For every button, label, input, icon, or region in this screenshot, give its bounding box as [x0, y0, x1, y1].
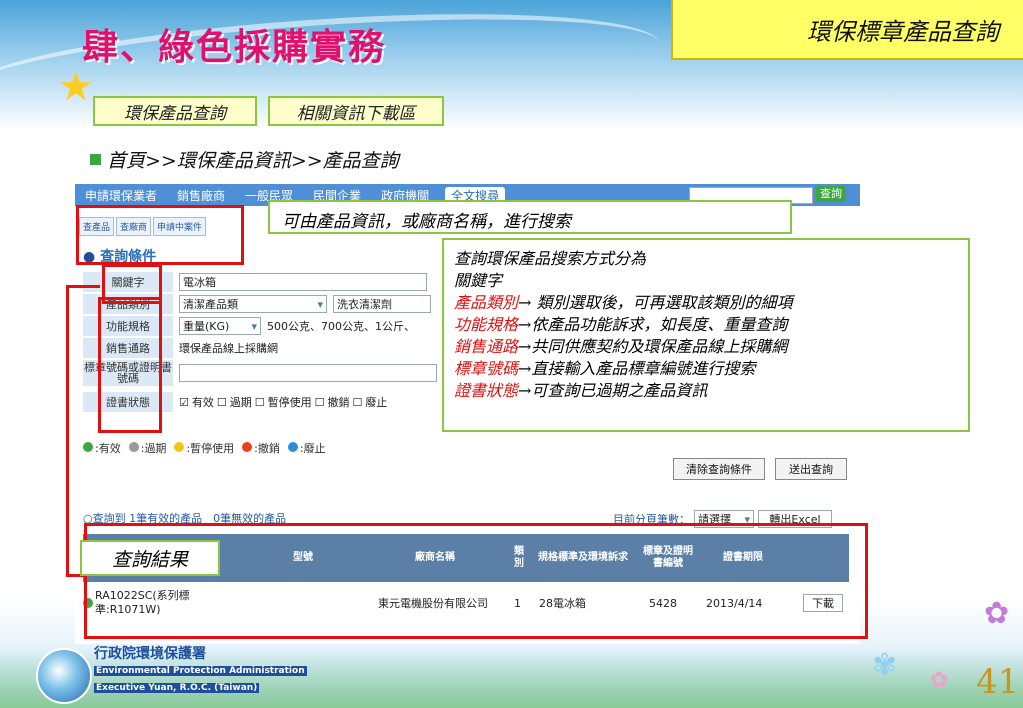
submit-query-button[interactable]: 送出查詢: [775, 458, 847, 480]
flower-icon: ✾: [872, 648, 898, 683]
status-dot-icon: [83, 442, 93, 452]
methods-keyword: 關鍵字: [454, 271, 503, 290]
org-name-en-2: Executive Yuan, R.O.C. (Taiwan): [94, 683, 260, 693]
menu-item[interactable]: 申請環保業者: [75, 187, 167, 204]
status-legend: :有效 :過期 :暫停使用 :撤銷 :廢止: [83, 440, 326, 456]
subcategory-select-value: 洗衣清潔劑: [337, 298, 392, 311]
method-line: 產品類別→ 類別選取後，可再選取該類別的細項: [454, 292, 958, 314]
connector-line: [66, 285, 69, 577]
search-tip-callout: 可由產品資訊，或廠商名稱，進行搜索: [268, 200, 792, 234]
nav-button-product-search[interactable]: 環保產品查詢: [93, 96, 257, 126]
keyword-input[interactable]: 電冰箱: [179, 273, 427, 291]
legend-label: 廢止: [303, 442, 326, 455]
tabs-highlight: [76, 205, 244, 265]
status-dot-icon: [128, 442, 139, 452]
method-term: 證書狀態: [454, 381, 519, 400]
method-term: 標章號碼: [454, 359, 519, 378]
chevron-down-icon: ▾: [317, 297, 323, 311]
top-right-title: 環保標章產品查詢: [807, 18, 999, 46]
status-checkbox-expired[interactable]: ☐: [217, 396, 227, 409]
legend-item: :撤銷: [242, 440, 280, 456]
method-term: 銷售通路: [454, 337, 519, 356]
spec-select-value: 重量(KG): [183, 320, 230, 333]
status-checkbox-suspended[interactable]: ☐: [255, 396, 265, 409]
spec-options: 500公克、700公克、1公斤、: [267, 320, 415, 333]
connector-line: [66, 285, 100, 288]
status-label: 過期: [229, 396, 252, 409]
status-label: 暫停使用: [267, 396, 312, 409]
result-label-callout: 查詢結果: [80, 540, 220, 576]
flower-icon: ✿: [930, 668, 949, 693]
breadcrumb-text: 首頁>>環保產品資訊>>產品查詢: [107, 150, 399, 172]
status-label: 撤銷: [327, 396, 350, 409]
method-line: 標章號碼→直接輸入產品標章編號進行搜索: [454, 358, 958, 380]
status-dot-icon: [287, 442, 298, 452]
breadcrumb: 首頁>>環保產品資訊>>產品查詢: [90, 146, 399, 173]
status-label: 廢止: [365, 396, 388, 409]
flower-icon: ✿: [984, 596, 1010, 631]
bullet-square-icon: [90, 154, 101, 165]
certno-input[interactable]: [179, 364, 437, 382]
footer-org: 行政院環境保護署 Environmental Protection Admini…: [94, 646, 307, 695]
status-dot-icon: [242, 442, 253, 452]
fulltext-search-button[interactable]: 查詢: [816, 186, 846, 202]
category-select[interactable]: 清潔產品類 ▾: [179, 295, 327, 313]
epa-logo-icon: [36, 648, 92, 704]
status-checkbox-valid[interactable]: ☑: [179, 396, 189, 409]
clear-query-button[interactable]: 清除查詢條件: [673, 458, 765, 480]
fields-highlight: [98, 297, 162, 433]
methods-callout: 查詢環保產品搜索方式分為 關鍵字 產品類別→ 類別選取後，可再選取該類別的細項 …: [442, 238, 970, 432]
legend-label: 暫停使用: [190, 442, 235, 455]
method-line: 功能規格→依產品功能訴求，如長度、重量查詢: [454, 314, 958, 336]
subcategory-select[interactable]: 洗衣清潔劑: [333, 295, 431, 313]
legend-item: :廢止: [287, 440, 326, 456]
method-desc: → 類別選取後，可再選取該類別的細項: [518, 293, 793, 312]
legend-label: 過期: [144, 442, 167, 455]
status-checkbox-revoked[interactable]: ☐: [315, 396, 325, 409]
page-number: 41: [976, 662, 1020, 702]
legend-item: :過期: [128, 440, 167, 456]
status-checkbox-abolished[interactable]: ☐: [353, 396, 363, 409]
status-dot-icon: [174, 442, 185, 452]
legend-item: :暫停使用: [174, 440, 234, 456]
method-term: 功能規格: [454, 315, 519, 334]
spec-select[interactable]: 重量(KG) ▾: [179, 317, 261, 335]
methods-title: 查詢環保產品搜索方式分為: [454, 249, 647, 268]
legend-item: :有效: [83, 440, 121, 456]
menu-item[interactable]: 銷售廠商: [167, 187, 235, 204]
category-select-value: 清潔產品類: [183, 298, 238, 311]
method-desc: →可查詢已過期之產品資訊: [518, 381, 708, 400]
org-name-en-1: Environmental Protection Administration: [94, 666, 307, 676]
method-desc: →依產品功能訴求，如長度、重量查詢: [518, 315, 788, 334]
legend-label: 有效: [98, 442, 121, 455]
org-name-zh: 行政院環境保護署: [94, 646, 206, 662]
chevron-down-icon: ▾: [251, 319, 257, 333]
method-term: 產品類別: [454, 293, 519, 312]
channel-value[interactable]: 環保產品線上採購網: [179, 340, 278, 356]
star-icon: ★: [58, 64, 94, 110]
method-desc: →直接輸入產品標章編號進行搜索: [518, 359, 756, 378]
method-desc: →共同供應契約及環保產品線上採購網: [518, 337, 788, 356]
nav-button-downloads[interactable]: 相關資訊下載區: [268, 96, 444, 126]
legend-label: 撤銷: [257, 442, 280, 455]
slide-title: 肆、綠色採購實務: [82, 26, 387, 68]
status-label: 有效: [191, 396, 214, 409]
method-line: 銷售通路→共同供應契約及環保產品線上採購網: [454, 336, 958, 358]
method-line: 證書狀態→可查詢已過期之產品資訊: [454, 380, 958, 402]
top-right-title-box: 環保標章產品查詢: [671, 0, 1023, 60]
